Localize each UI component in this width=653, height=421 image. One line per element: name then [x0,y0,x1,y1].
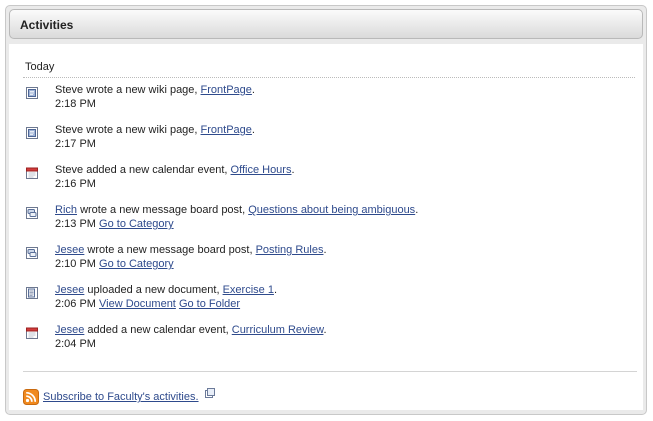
external-window-icon [205,388,215,398]
activity-text: Jesee wrote a new message board post, Po… [55,244,327,256]
activity-actor: Steve [55,124,84,136]
activity-actor[interactable]: Jesee [55,244,84,256]
day-heading: Today [25,61,55,73]
activity-item: Steve wrote a new wiki page, FrontPage. 2… [25,82,625,114]
activity-action: added a new calendar event, [83,164,231,176]
activity-target-link[interactable]: FrontPage [201,84,252,96]
activity-item: Jesee uploaded a new document, Exercise … [25,282,625,314]
activity-punctuation: . [291,164,295,176]
portlet-body: Today Steve wrote a new wiki page, Front… [9,44,643,410]
calendar-icon [25,326,39,340]
activity-time-row: 2:17 PM [55,138,96,150]
activity-actor: Steve [55,164,84,176]
subscribe-link[interactable]: Subscribe to Faculty's activities. [43,391,199,403]
wiki-page-icon [25,126,39,140]
activity-actor[interactable]: Rich [55,204,77,216]
activity-text: Jesee uploaded a new document, Exercise … [55,284,277,296]
divider [23,371,637,372]
activity-text: Steve added a new calendar event, Office… [55,164,295,176]
activity-actor[interactable]: Jesee [55,284,84,296]
activity-text: Steve wrote a new wiki page, FrontPage. [55,124,255,136]
activity-target-link[interactable]: Office Hours [231,164,292,176]
activity-time-row: 2:18 PM [55,98,96,110]
activity-time: 2:13 PM [55,218,96,230]
view-document-link[interactable]: View Document [99,298,176,310]
activity-text: Rich wrote a new message board post, Que… [55,204,418,216]
activity-target-link[interactable]: Questions about being ambiguous [248,204,415,216]
activity-action: wrote a new message board post, [77,204,249,216]
activity-action: wrote a new wiki page, [83,124,201,136]
wiki-page-icon [25,86,39,100]
activity-time-row: 2:16 PM [55,178,96,190]
activity-text: Jesee added a new calendar event, Curric… [55,324,327,336]
activity-item: Rich wrote a new message board post, Que… [25,202,625,234]
activity-time: 2:16 PM [55,178,96,190]
portlet-title: Activities [20,18,74,32]
calendar-icon [25,166,39,180]
activity-punctuation: . [415,204,419,216]
activity-time: 2:17 PM [55,138,96,150]
activity-actor: Steve [55,84,84,96]
activity-time-row: 2:10 PM Go to Category [55,258,174,270]
activity-target-link[interactable]: FrontPage [201,124,252,136]
go-to-category-link[interactable]: Go to Category [99,218,174,230]
activity-actor[interactable]: Jesee [55,324,84,336]
activity-target-link[interactable]: Curriculum Review [232,324,324,336]
activity-time: 2:04 PM [55,338,96,350]
activity-item: Jesee wrote a new message board post, Po… [25,242,625,274]
subscribe-row: Subscribe to Faculty's activities. [23,388,323,406]
activity-action: added a new calendar event, [84,324,232,336]
activity-time-row: 2:06 PM View Document Go to Folder [55,298,240,310]
activity-punctuation: . [323,324,327,336]
document-icon [25,286,39,300]
activity-punctuation: . [273,284,277,296]
rss-icon[interactable] [23,389,39,405]
activity-text: Steve wrote a new wiki page, FrontPage. [55,84,255,96]
divider [23,77,635,78]
activity-time: 2:18 PM [55,98,96,110]
activity-target-link[interactable]: Posting Rules [256,244,324,256]
activity-punctuation: . [323,244,327,256]
activity-punctuation: . [251,124,255,136]
activity-time-row: 2:04 PM [55,338,96,350]
activity-time-row: 2:13 PM Go to Category [55,218,174,230]
activity-item: Jesee added a new calendar event, Curric… [25,322,625,354]
activity-action: uploaded a new document, [84,284,223,296]
activity-action: wrote a new message board post, [84,244,256,256]
activity-action: wrote a new wiki page, [83,84,201,96]
activities-portlet: Activities Today Steve wrote a new wiki … [5,5,647,415]
activity-time: 2:10 PM [55,258,96,270]
activity-punctuation: . [251,84,255,96]
activity-target-link[interactable]: Exercise 1 [223,284,274,296]
message-board-icon [25,206,39,220]
message-board-icon [25,246,39,260]
portlet-header: Activities [9,9,643,39]
activity-time: 2:06 PM [55,298,96,310]
activity-item: Steve added a new calendar event, Office… [25,162,625,194]
activity-item: Steve wrote a new wiki page, FrontPage. 2… [25,122,625,154]
go-to-folder-link[interactable]: Go to Folder [179,298,240,310]
go-to-category-link[interactable]: Go to Category [99,258,174,270]
